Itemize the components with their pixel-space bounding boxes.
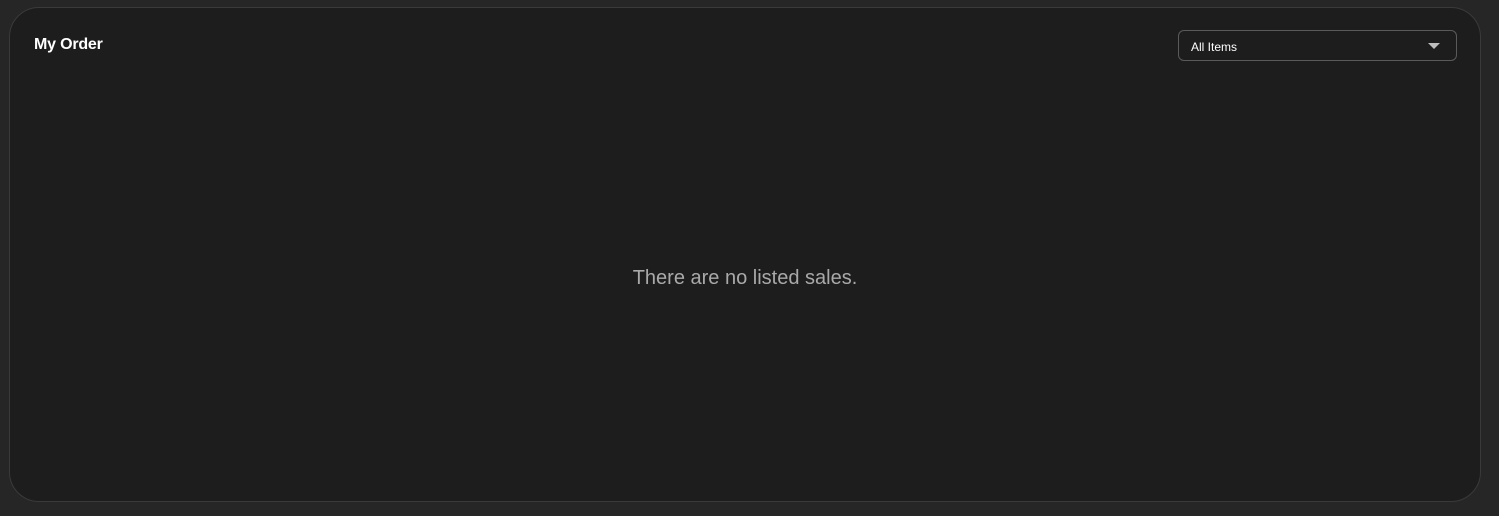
- chevron-down-icon: [1428, 43, 1440, 49]
- my-order-panel: My Order All Items There are no listed s…: [9, 7, 1481, 502]
- panel-title: My Order: [34, 36, 103, 53]
- item-filter-select[interactable]: All Items: [1178, 30, 1457, 61]
- empty-state-message: There are no listed sales.: [632, 267, 858, 289]
- filter-selected-value: All Items: [1191, 40, 1238, 54]
